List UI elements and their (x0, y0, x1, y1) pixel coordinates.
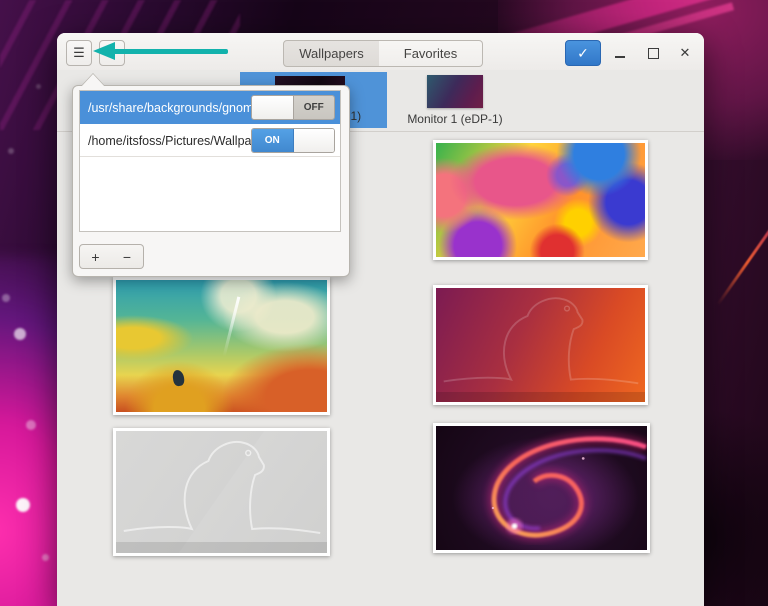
close-button[interactable]: ✕ (677, 45, 693, 61)
tab-favorites[interactable]: Favorites (379, 40, 483, 67)
wallpaper-image (436, 426, 647, 550)
monitor-thumbnail (427, 75, 483, 108)
bokeh-dot (42, 554, 49, 561)
menu-button[interactable]: ☰ (66, 40, 92, 66)
bokeh-dot (36, 84, 41, 89)
bokeh-dot (14, 328, 26, 340)
wallpaper-thumbnail-watercolor-landscape[interactable] (113, 277, 330, 415)
folder-path: /usr/share/backgrounds/gnome/ (88, 91, 264, 124)
add-folder-button[interactable]: + (79, 244, 112, 269)
wallpaper-image (116, 431, 327, 553)
minimize-button[interactable] (612, 45, 628, 61)
folder-row[interactable]: /home/itsfoss/Pictures/Wallpaper ON (80, 124, 340, 157)
maximize-button[interactable] (645, 45, 661, 61)
wallpaper-bottom-shade (116, 542, 327, 553)
light-swirl (436, 426, 647, 550)
bokeh-dot (16, 498, 30, 512)
annotation-arrow (93, 42, 228, 60)
toggle-knob (252, 96, 293, 119)
remove-folder-button[interactable]: − (111, 244, 144, 269)
popover-tail (81, 74, 105, 87)
folder-toggle-off[interactable]: OFF (251, 95, 335, 120)
folder-row-selected[interactable]: /usr/share/backgrounds/gnome/ OFF (80, 91, 340, 124)
maximize-icon (648, 48, 659, 59)
hamburger-icon: ☰ (73, 45, 85, 61)
figure-silhouette (172, 369, 185, 386)
toggle-label: ON (252, 129, 294, 152)
bokeh-dot (8, 148, 14, 154)
wallpaper-image (116, 280, 327, 412)
wallpaper-thumbnail-colorful-abstract[interactable] (433, 140, 648, 260)
rocket-streak (223, 296, 241, 356)
minimize-icon (615, 56, 625, 58)
bokeh-dot (26, 420, 36, 430)
folders-popover: /usr/share/backgrounds/gnome/ OFF /home/… (72, 85, 350, 277)
toggle-label: OFF (293, 96, 335, 119)
wallpaper-app-window: ☰ ‑ Wallpapers Favorites ✓ ✕ (57, 33, 704, 606)
annotation-arrow-head (93, 42, 115, 60)
wallpaper-thumbnail-purple-swirl[interactable] (433, 423, 650, 553)
monitor-label: Monitor 1 (eDP-1) (397, 112, 513, 126)
wallpaper-bottom-shade (436, 392, 645, 402)
folder-path: /home/itsfoss/Pictures/Wallpaper (88, 124, 270, 157)
check-icon: ✓ (577, 45, 589, 62)
folder-toggle-on[interactable]: ON (251, 128, 335, 153)
tab-wallpapers-label: Wallpapers (299, 46, 364, 61)
minus-icon: − (123, 249, 131, 265)
beaver-outline (436, 288, 645, 402)
wallpaper-thumbnail-ubuntu-grey[interactable] (113, 428, 330, 556)
bokeh-dot (2, 294, 10, 302)
headerbar: ☰ ‑ Wallpapers Favorites ✓ ✕ (57, 33, 704, 71)
wallpaper-thumbnail-ubuntu-orange[interactable] (433, 285, 648, 405)
annotation-arrow-line (113, 49, 228, 54)
wallpaper-image (436, 288, 645, 402)
wallpaper-image (436, 143, 645, 257)
toggle-knob (294, 129, 335, 152)
tab-favorites-label: Favorites (404, 46, 457, 61)
apply-button[interactable]: ✓ (565, 40, 601, 66)
folder-list: /usr/share/backgrounds/gnome/ OFF /home/… (79, 90, 341, 232)
close-icon: ✕ (680, 45, 691, 61)
tab-wallpapers[interactable]: Wallpapers (283, 40, 380, 67)
desktop-orange-streak (716, 197, 768, 305)
beaver-outline (116, 431, 327, 553)
plus-icon: + (91, 249, 99, 265)
